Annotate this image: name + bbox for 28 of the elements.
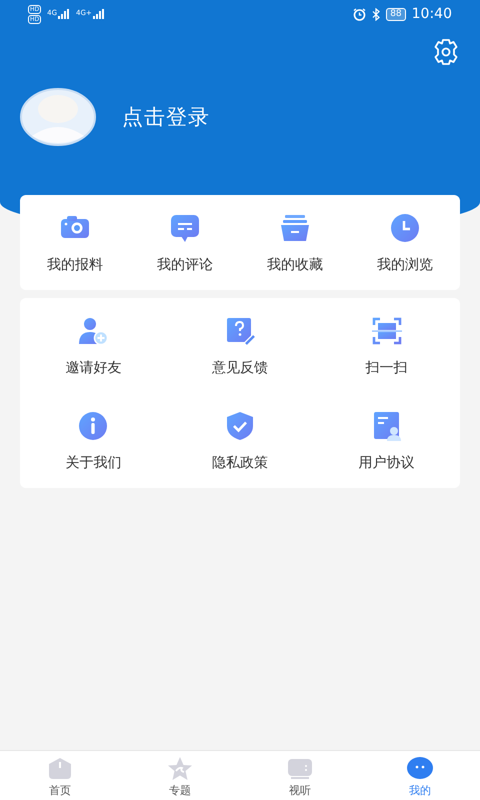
menu-item[interactable]: 我的报料 <box>47 256 103 274</box>
home-icon <box>46 755 74 781</box>
clock-icon <box>389 212 421 244</box>
menu-item[interactable]: 扫一扫 <box>366 358 408 376</box>
chat-bubble-icon <box>406 755 434 781</box>
star-icon <box>166 755 194 781</box>
info-icon <box>77 410 110 442</box>
menu-item[interactable]: 用户协议 <box>358 454 415 472</box>
settings-icon[interactable] <box>432 38 460 66</box>
login-prompt[interactable]: 点击登录 <box>122 103 210 131</box>
tab-bar-item[interactable]: 我的 <box>360 751 480 800</box>
menu-item[interactable]: 意见反馈 <box>212 358 268 376</box>
menu-item[interactable]: 我的评论 <box>157 256 213 274</box>
tab-bar-item[interactable]: 首页 <box>0 751 120 800</box>
clock-time: 10:40 <box>412 6 452 22</box>
signal-icon <box>92 9 105 19</box>
tab-bar-item[interactable]: 专题 <box>120 751 240 800</box>
bluetooth-icon <box>372 8 380 20</box>
menu-item[interactable]: 邀请好友 <box>65 358 122 376</box>
battery-level: 88 <box>386 8 406 20</box>
menu-item[interactable]: 关于我们 <box>65 454 122 472</box>
tab-bar-item[interactable]: 视听 <box>240 751 360 800</box>
avatar-icon[interactable] <box>20 88 96 146</box>
alarm-icon <box>353 8 366 20</box>
menu-item[interactable]: 我的浏览 <box>377 256 433 274</box>
menu-item[interactable]: 隐私政策 <box>212 454 268 472</box>
menu-item[interactable]: 我的收藏 <box>267 256 323 274</box>
signal-icon <box>58 9 70 19</box>
